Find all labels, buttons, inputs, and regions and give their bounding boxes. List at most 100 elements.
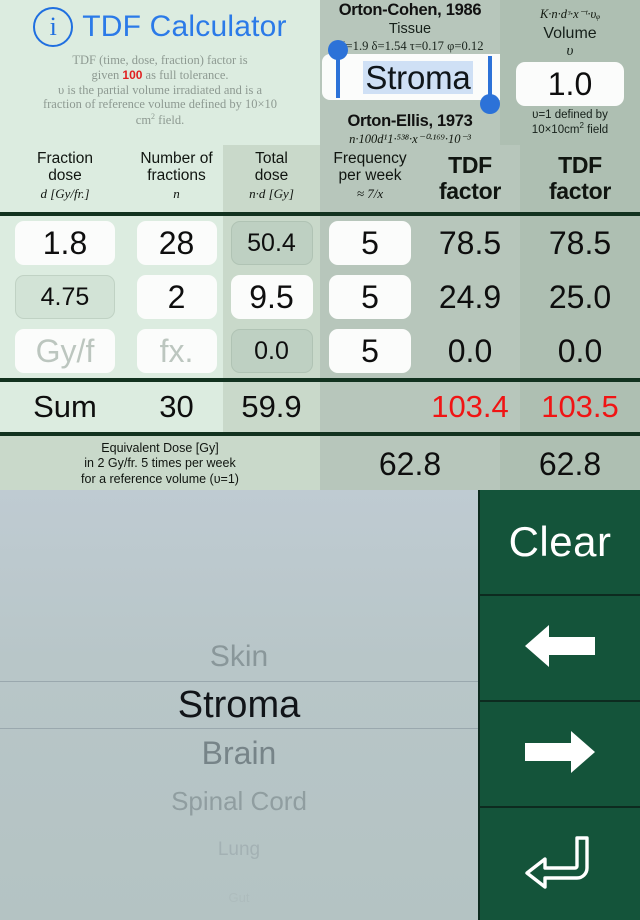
computed-total-dose: 50.4 <box>230 221 313 265</box>
value-tdf-cohen: 0.0 <box>447 332 493 369</box>
blurb-line-1: TDF (time, dose, fraction) factor is <box>72 53 248 67</box>
column-header-total-dose: Total dose n·d [Gy] <box>223 145 320 212</box>
table-row: 1.8 28 50.4 5 78.5 78.5 <box>0 216 640 270</box>
input-number-fractions[interactable]: fx. <box>136 329 217 373</box>
cell-tdf-cohen: 0.0 <box>420 324 520 378</box>
volume-input[interactable]: 1.0 <box>516 62 624 106</box>
input-fraction-dose[interactable]: 1.8 <box>15 221 115 265</box>
computed-total-dose: 0.0 <box>230 329 313 373</box>
header-left-info: i TDF Calculator TDF (time, dose, fracti… <box>0 0 320 145</box>
title-row: i TDF Calculator <box>0 0 320 47</box>
header-middle-model: Orton-Cohen, 1986 Tissue K=1.9 δ=1.54 τ=… <box>320 0 514 146</box>
column-header-number-fractions: Number of fractions n <box>130 145 223 212</box>
volume-note: υ=1 defined by 10×10cm2 field <box>500 109 640 137</box>
header: i TDF Calculator TDF (time, dose, fracti… <box>0 0 640 146</box>
clear-button-label: Clear <box>508 518 612 565</box>
input-total-dose[interactable]: 9.5 <box>230 275 313 319</box>
formula-orton-cohen: K·n·dᶟ·x⁻ᵗ·υᵩ <box>539 7 601 21</box>
tissue-picker-wheel[interactable]: Skin Stroma Brain Spinal Cord Lung Gut <box>0 490 478 920</box>
equivalent-dose-ellis: 62.8 <box>500 436 640 492</box>
tdf-calculator-app: i TDF Calculator TDF (time, dose, fracti… <box>0 0 640 920</box>
blurb-line-2: given 100 as full tolerance. <box>91 67 229 82</box>
citation-orton-ellis: Orton-Ellis, 1973 <box>347 112 473 130</box>
equivalent-dose-cohen: 62.8 <box>320 436 500 492</box>
picker-items: Skin Stroma Brain Spinal Cord Lung Gut <box>0 633 478 920</box>
volume-symbol: υ <box>566 43 574 59</box>
column-header-fraction-dose: Fraction dose d [Gy/fr.] <box>0 145 130 212</box>
next-field-button[interactable] <box>478 702 640 808</box>
equivalent-dose-row: Equivalent Dose [Gy] in 2 Gy/fr. 5 times… <box>0 436 640 492</box>
input-frequency[interactable]: 5 <box>329 275 411 319</box>
equivalent-dose-label: Equivalent Dose [Gy] in 2 Gy/fr. 5 times… <box>0 436 320 492</box>
volume-note-line-2: 10×10cm2 field <box>531 120 609 136</box>
cell-frequency: 5 <box>320 270 420 324</box>
sum-frequency <box>320 382 420 432</box>
sum-label: Sum <box>0 382 130 432</box>
value-tdf-cohen: 78.5 <box>438 224 502 261</box>
value-tdf-cohen: 24.9 <box>438 278 502 315</box>
table-header-row: Fraction dose d [Gy/fr.] Number of fract… <box>0 145 640 212</box>
table-row: Gy/f fx. 0.0 5 0.0 0.0 <box>0 324 640 378</box>
app-description: TDF (time, dose, fraction) factor is giv… <box>0 53 320 128</box>
arrow-right-icon <box>523 728 597 781</box>
cell-tdf-cohen: 24.9 <box>420 270 520 324</box>
picker-item-stroma[interactable]: Stroma <box>0 681 478 729</box>
cell-total-dose: 50.4 <box>223 216 320 270</box>
page-title: TDF Calculator <box>82 10 287 43</box>
blurb-line-3: υ is the partial volume irradiated and i… <box>57 82 263 97</box>
sum-tdf-ellis: 103.5 <box>520 382 640 432</box>
picker-item-lung[interactable]: Lung <box>0 825 478 873</box>
blurb-line-4: fraction of reference volume defined by … <box>42 97 278 112</box>
cell-fraction-dose: Gy/f <box>0 324 130 378</box>
tissue-input-value: Stroma <box>363 58 473 96</box>
cell-frequency: 5 <box>320 324 420 378</box>
clear-button[interactable]: Clear <box>478 490 640 596</box>
cell-total-dose: 0.0 <box>223 324 320 378</box>
top-panel: i TDF Calculator TDF (time, dose, fracti… <box>0 0 640 492</box>
cell-tdf-cohen: 78.5 <box>420 216 520 270</box>
selection-caret-start[interactable] <box>336 56 340 98</box>
return-arrow-icon <box>523 834 597 895</box>
input-frequency[interactable]: 5 <box>329 221 411 265</box>
picker-item-skin[interactable]: Skin <box>0 633 478 681</box>
keypad: Clear <box>478 490 640 920</box>
table-body: 1.8 28 50.4 5 78.5 78.5 4.75 2 9.5 5 24.9 25.0 Gy/f f… <box>0 216 640 378</box>
full-tolerance-value: 100 <box>122 67 143 82</box>
input-number-fractions[interactable]: 2 <box>136 275 217 319</box>
dose-table: Fraction dose d [Gy/fr.] Number of fract… <box>0 145 640 492</box>
cell-number-fractions: 28 <box>130 216 223 270</box>
picker-item-brain[interactable]: Brain <box>0 729 478 777</box>
column-header-tdf-cohen: TDF factor <box>420 145 520 212</box>
cell-fraction-dose: 4.75 <box>0 270 130 324</box>
cell-total-dose: 9.5 <box>223 270 320 324</box>
previous-field-button[interactable] <box>478 596 640 702</box>
sum-number-fractions: 30 <box>130 382 223 432</box>
input-frequency[interactable]: 5 <box>329 329 411 373</box>
selection-caret-end[interactable] <box>488 56 492 98</box>
selection-handle-start[interactable] <box>328 40 348 60</box>
cell-fraction-dose: 1.8 <box>0 216 130 270</box>
cell-frequency: 5 <box>320 216 420 270</box>
cell-number-fractions: 2 <box>130 270 223 324</box>
value-tdf-ellis: 78.5 <box>548 224 612 261</box>
input-number-fractions[interactable]: 28 <box>136 221 217 265</box>
picker-item-gut[interactable]: Gut <box>0 873 478 920</box>
return-button[interactable] <box>478 808 640 920</box>
input-fraction-dose[interactable]: Gy/f <box>15 329 115 373</box>
citation-orton-cohen: Orton-Cohen, 1986 <box>338 1 482 19</box>
cell-number-fractions: fx. <box>130 324 223 378</box>
cell-tdf-ellis: 25.0 <box>520 270 640 324</box>
picker-item-spinal-cord[interactable]: Spinal Cord <box>0 777 478 825</box>
tissue-input[interactable]: Stroma <box>322 54 514 100</box>
table-row: 4.75 2 9.5 5 24.9 25.0 <box>0 270 640 324</box>
sum-total-dose: 59.9 <box>223 382 320 432</box>
volume-input-value: 1.0 <box>547 65 593 102</box>
column-header-frequency: Frequency per week ≈ 7/x <box>320 145 420 212</box>
bottom-panel: Skin Stroma Brain Spinal Cord Lung Gut Clear <box>0 490 640 920</box>
cell-tdf-ellis: 0.0 <box>520 324 640 378</box>
column-header-tdf-ellis: TDF factor <box>520 145 640 212</box>
cell-tdf-ellis: 78.5 <box>520 216 640 270</box>
blurb-line-5: cm2 field. <box>135 112 185 128</box>
info-circle-icon[interactable]: i <box>33 7 74 47</box>
selection-handle-end[interactable] <box>480 94 500 114</box>
